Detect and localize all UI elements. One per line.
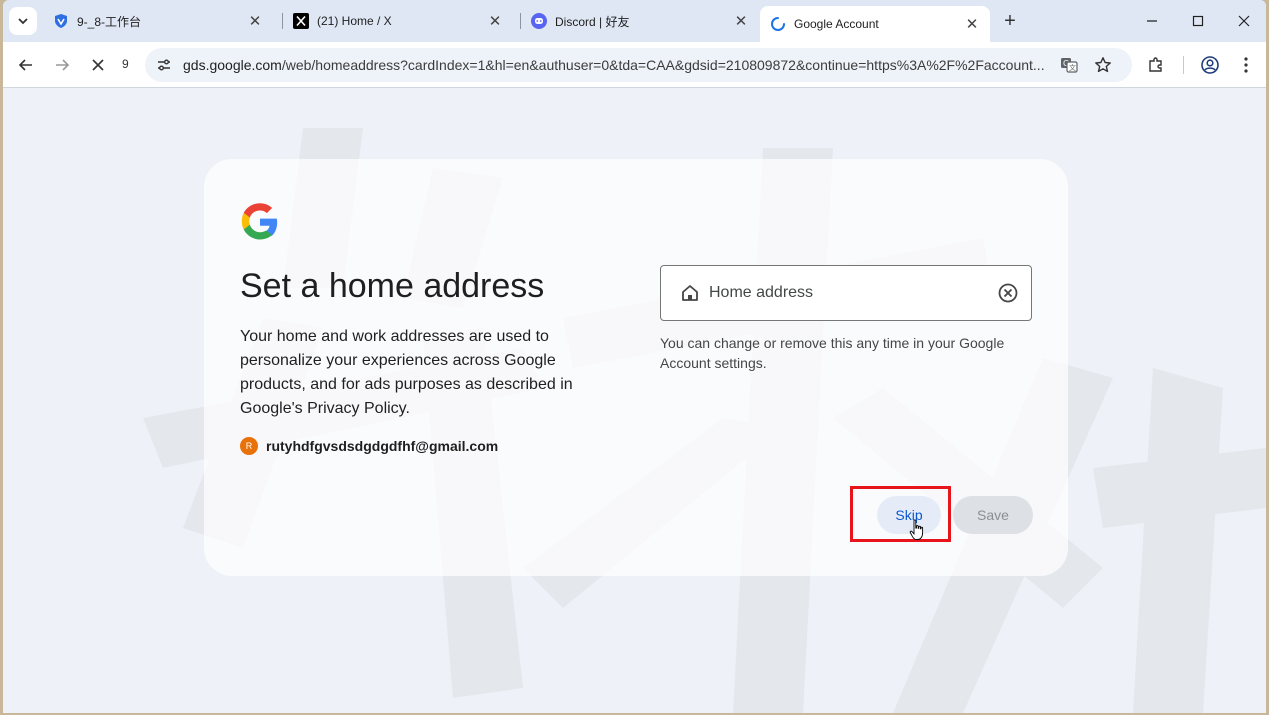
url-text[interactable]: gds.google.com/web/homeaddress?cardIndex… <box>183 57 1049 73</box>
highlight-box <box>850 486 951 542</box>
hand-pointer-cursor-icon <box>909 519 924 540</box>
clear-input-icon[interactable] <box>997 282 1019 304</box>
home-icon <box>679 282 701 304</box>
more-vertical-icon <box>1244 57 1248 73</box>
bookmark-star-icon[interactable] <box>1089 51 1117 79</box>
helper-text: You can change or remove this any time i… <box>660 335 1005 371</box>
close-tab-icon[interactable]: ✕ <box>247 13 263 30</box>
account-email: rutyhdfgvsdsdgdgdfhf@gmail.com <box>266 438 499 454</box>
page-content: Set a home address Your home and work ad… <box>3 88 1266 713</box>
url-host: gds.google.com <box>183 57 282 73</box>
tab-google-account[interactable]: Google Account ✕ <box>760 6 990 42</box>
tab-discord[interactable]: Discord | 好友 ✕ <box>521 6 759 36</box>
toolbar-divider <box>1183 56 1184 74</box>
arrow-right-icon <box>56 59 70 71</box>
tab-strip: 9-_8-工作台 ✕ (21) Home / X ✕ Discord | 好友 … <box>3 0 1266 42</box>
google-logo-icon <box>241 203 278 240</box>
account-chip: R rutyhdfgvsdsdgdgdfhf@gmail.com <box>240 437 498 455</box>
tab-title: Google Account <box>794 17 879 31</box>
svg-text:文: 文 <box>1069 63 1076 72</box>
close-tab-icon[interactable]: ✕ <box>733 13 749 30</box>
page-title: Set a home address <box>240 267 545 305</box>
puzzle-icon <box>1149 57 1162 72</box>
x-logo-icon <box>293 13 309 29</box>
tab-workbench[interactable]: 9-_8-工作台 ✕ <box>43 6 273 36</box>
stop-loading-button[interactable] <box>84 51 112 79</box>
tab-x-home[interactable]: (21) Home / X ✕ <box>283 6 513 36</box>
discord-icon <box>531 13 547 29</box>
url-path: /web/homeaddress?cardIndex=1&hl=en&authu… <box>281 57 1045 73</box>
save-button[interactable]: Save <box>953 496 1033 534</box>
home-address-card: Set a home address Your home and work ad… <box>204 159 1068 576</box>
avatar: R <box>240 437 258 455</box>
close-icon <box>92 59 104 71</box>
page-description: Your home and work addresses are used to… <box>240 328 573 417</box>
translate-icon[interactable]: G文 <box>1055 51 1083 79</box>
close-icon <box>1238 15 1250 27</box>
close-tab-icon[interactable]: ✕ <box>487 13 503 30</box>
minimize-button[interactable] <box>1134 8 1170 34</box>
minimize-icon <box>1147 20 1157 22</box>
tab-title: (21) Home / X <box>317 14 392 28</box>
close-tab-icon[interactable]: ✕ <box>964 16 980 33</box>
forward-button[interactable] <box>48 51 76 79</box>
tab-title: 9-_8-工作台 <box>77 14 142 29</box>
profile-button[interactable] <box>1196 51 1224 79</box>
loading-counter: 9 <box>122 57 129 71</box>
shield-v-icon <box>53 13 69 29</box>
chevron-down-icon <box>18 18 28 25</box>
browser-menu-button[interactable] <box>1232 51 1260 79</box>
browser-window: 9-_8-工作台 ✕ (21) Home / X ✕ Discord | 好友 … <box>3 0 1266 713</box>
extensions-button[interactable] <box>1142 51 1170 79</box>
back-button[interactable] <box>12 51 40 79</box>
account-circle-icon <box>1201 56 1219 74</box>
tab-title: Discord | 好友 <box>555 14 630 29</box>
home-address-field[interactable] <box>660 265 1032 321</box>
maximize-button[interactable] <box>1180 8 1216 34</box>
close-window-button[interactable] <box>1226 8 1262 34</box>
address-bar[interactable]: gds.google.com/web/homeaddress?cardIndex… <box>145 48 1132 82</box>
maximize-icon <box>1192 15 1204 27</box>
site-settings-icon[interactable] <box>151 52 177 78</box>
home-address-input[interactable] <box>709 284 989 302</box>
arrow-left-icon <box>18 59 32 71</box>
tab-search-button[interactable] <box>9 7 37 35</box>
browser-toolbar: 9 gds.google.com/web/homeaddress?cardInd… <box>3 42 1266 88</box>
plus-icon: + <box>1004 9 1016 32</box>
new-tab-button[interactable]: + <box>999 10 1021 32</box>
loading-spinner-icon <box>770 16 786 32</box>
